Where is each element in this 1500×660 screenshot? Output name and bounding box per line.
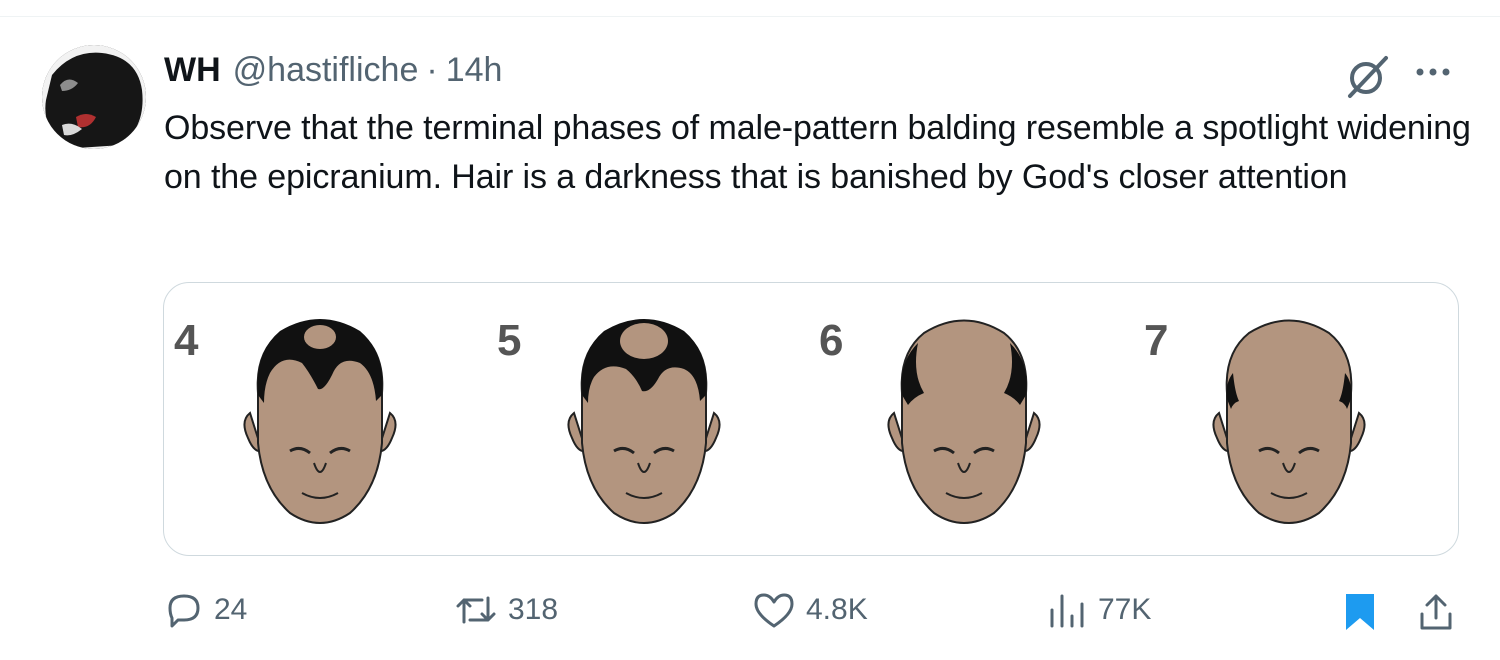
share-button[interactable] <box>1414 590 1458 634</box>
like-button[interactable]: 4.8K <box>752 590 868 630</box>
author-handle[interactable]: @hastifliche <box>233 51 419 90</box>
tweet-text: Observe that the terminal phases of male… <box>164 109 1471 196</box>
top-divider <box>0 0 1500 17</box>
more-icon[interactable] <box>1410 60 1456 84</box>
avatar-image <box>42 45 146 149</box>
repost-count: 318 <box>508 593 559 626</box>
like-count: 4.8K <box>806 593 868 626</box>
views-count: 77K <box>1098 593 1152 626</box>
separator-dot: · <box>426 50 438 89</box>
stage-label-5: 5 <box>497 316 522 365</box>
repost-icon <box>456 596 496 624</box>
repost-button[interactable]: 318 <box>454 590 558 630</box>
timestamp[interactable]: 14h <box>446 51 503 90</box>
stage-label-6: 6 <box>819 316 844 365</box>
stage-label-7: 7 <box>1144 316 1169 365</box>
bookmark-icon <box>1346 594 1374 630</box>
media-card[interactable]: 4 5 6 7 <box>163 282 1459 556</box>
stage-label-4: 4 <box>174 316 199 365</box>
head-illustration-stage-7 <box>1212 319 1366 524</box>
grok-icon[interactable] <box>1342 52 1392 102</box>
author-name[interactable]: WH <box>164 51 221 90</box>
action-bar: 24 318 4.8K 77K <box>0 582 1500 642</box>
bookmark-button[interactable] <box>1340 590 1380 634</box>
tweet-header: WH @hastifliche · 14h <box>164 50 502 90</box>
head-illustration-stage-5 <box>567 319 721 524</box>
avatar[interactable] <box>42 45 146 149</box>
reply-count: 24 <box>214 593 248 626</box>
views-button[interactable]: 77K <box>1044 590 1151 630</box>
like-icon <box>754 593 794 628</box>
reply-icon <box>168 594 200 628</box>
head-illustration-stage-4 <box>243 319 397 524</box>
share-icon <box>1420 594 1452 630</box>
head-illustration-stage-6 <box>887 319 1041 524</box>
views-icon <box>1050 594 1084 628</box>
reply-button[interactable]: 24 <box>164 590 247 630</box>
